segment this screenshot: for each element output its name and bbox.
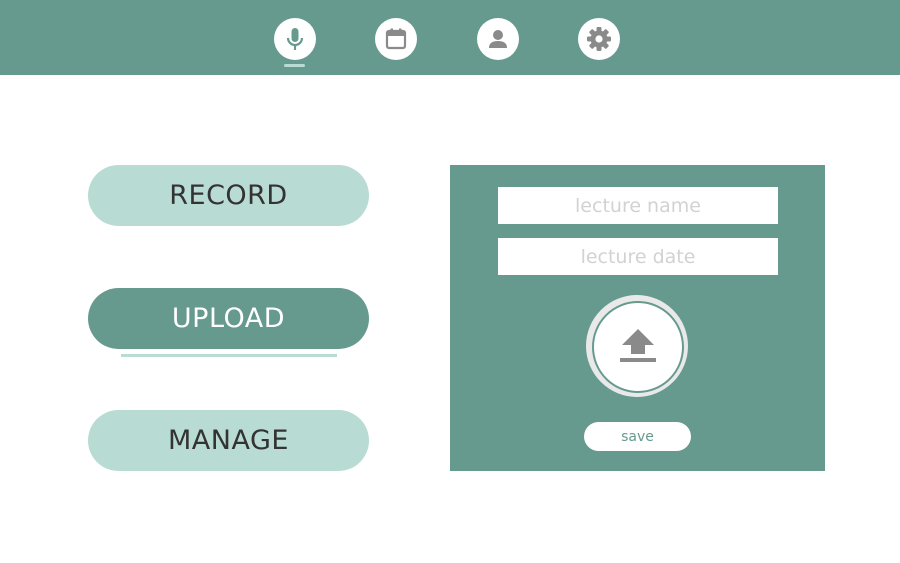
upload-panel: save xyxy=(450,165,825,471)
record-button[interactable]: RECORD xyxy=(88,165,369,226)
active-tab-indicator xyxy=(284,64,305,67)
user-icon xyxy=(489,30,507,48)
manage-button[interactable]: MANAGE xyxy=(88,410,369,471)
save-button[interactable]: save xyxy=(584,422,691,451)
lecture-name-input[interactable] xyxy=(498,187,778,224)
microphone-icon xyxy=(286,28,304,50)
top-nav-bar xyxy=(0,0,900,75)
calendar-icon xyxy=(385,28,407,50)
upload-button-inner xyxy=(592,301,684,393)
gear-icon xyxy=(587,27,611,51)
upload-active-underline xyxy=(121,354,337,357)
upload-button[interactable]: UPLOAD xyxy=(88,288,369,349)
nav-profile-button[interactable] xyxy=(477,18,519,60)
upload-arrow-icon xyxy=(620,329,656,362)
nav-calendar-button[interactable] xyxy=(375,18,417,60)
nav-settings-button[interactable] xyxy=(578,18,620,60)
upload-file-button[interactable] xyxy=(586,295,688,397)
lecture-date-input[interactable] xyxy=(498,238,778,275)
nav-record-button[interactable] xyxy=(274,18,316,60)
